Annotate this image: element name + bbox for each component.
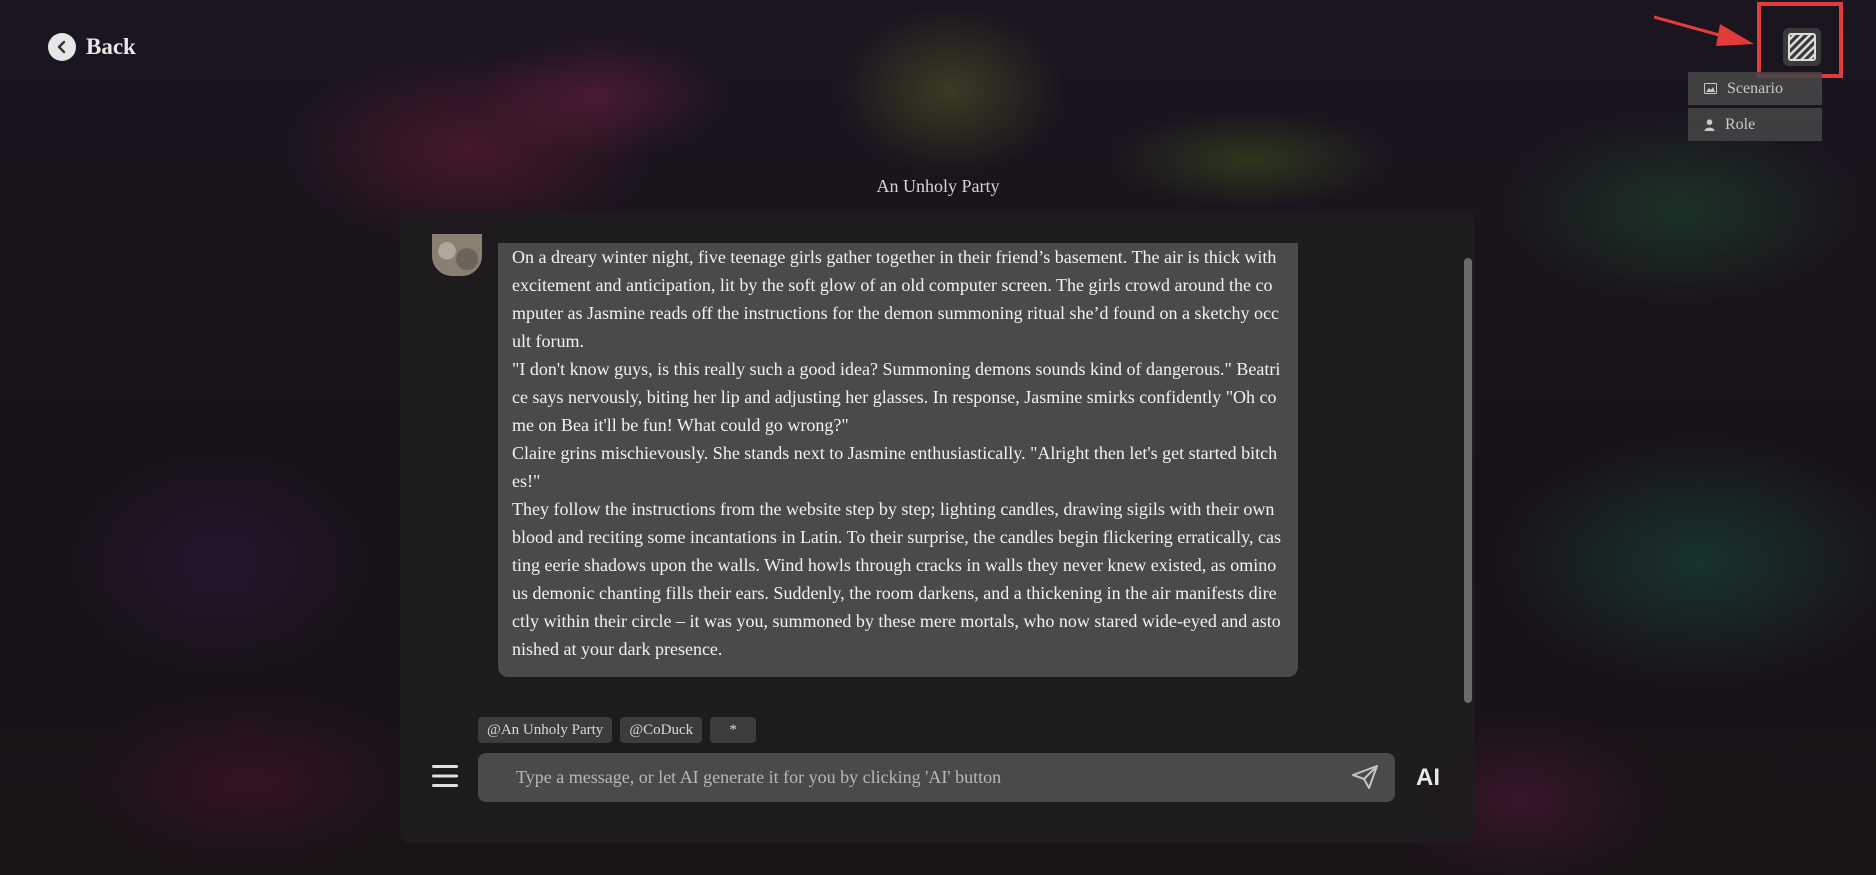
chat-title: An Unholy Party xyxy=(876,176,1000,196)
menu-item-role[interactable]: Role xyxy=(1688,108,1822,141)
scrollbar[interactable] xyxy=(1464,258,1472,703)
message-paragraph: Claire grins mischievously. She stands n… xyxy=(512,443,1278,491)
message-input[interactable] xyxy=(478,753,1395,802)
chip-asterisk[interactable]: * xyxy=(710,717,757,743)
menu-item-label: Role xyxy=(1725,115,1756,133)
mention-chips: @An Unholy Party @CoDuck * xyxy=(478,717,757,743)
message-paragraph: "I don't know guys, is this really such … xyxy=(512,359,1281,435)
striped-square-icon xyxy=(1788,33,1816,61)
background-toggle-button[interactable] xyxy=(1783,28,1821,66)
image-icon xyxy=(1704,83,1717,94)
menu-button[interactable] xyxy=(432,764,458,793)
hamburger-icon xyxy=(432,765,458,787)
message-paragraph: On a dreary winter night, five teenage g… xyxy=(512,247,1279,351)
menu-item-label: Scenario xyxy=(1727,79,1783,97)
message-bubble: On a dreary winter night, five teenage g… xyxy=(498,243,1298,677)
chevron-left-icon xyxy=(48,33,76,61)
send-icon xyxy=(1352,765,1378,789)
back-label: Back xyxy=(86,34,136,59)
message-paragraph: They follow the instructions from the we… xyxy=(512,499,1281,659)
chip-mention-user[interactable]: @CoDuck xyxy=(620,717,703,743)
annotation-arrow-icon xyxy=(1653,15,1754,46)
person-icon xyxy=(1704,118,1715,131)
back-button[interactable]: Back xyxy=(48,33,136,61)
avatar xyxy=(432,234,482,276)
chip-mention-scenario[interactable]: @An Unholy Party xyxy=(478,717,613,743)
ai-generate-button[interactable]: AI xyxy=(1416,764,1440,792)
menu-item-scenario[interactable]: Scenario xyxy=(1688,72,1822,105)
send-button[interactable] xyxy=(1352,765,1378,794)
